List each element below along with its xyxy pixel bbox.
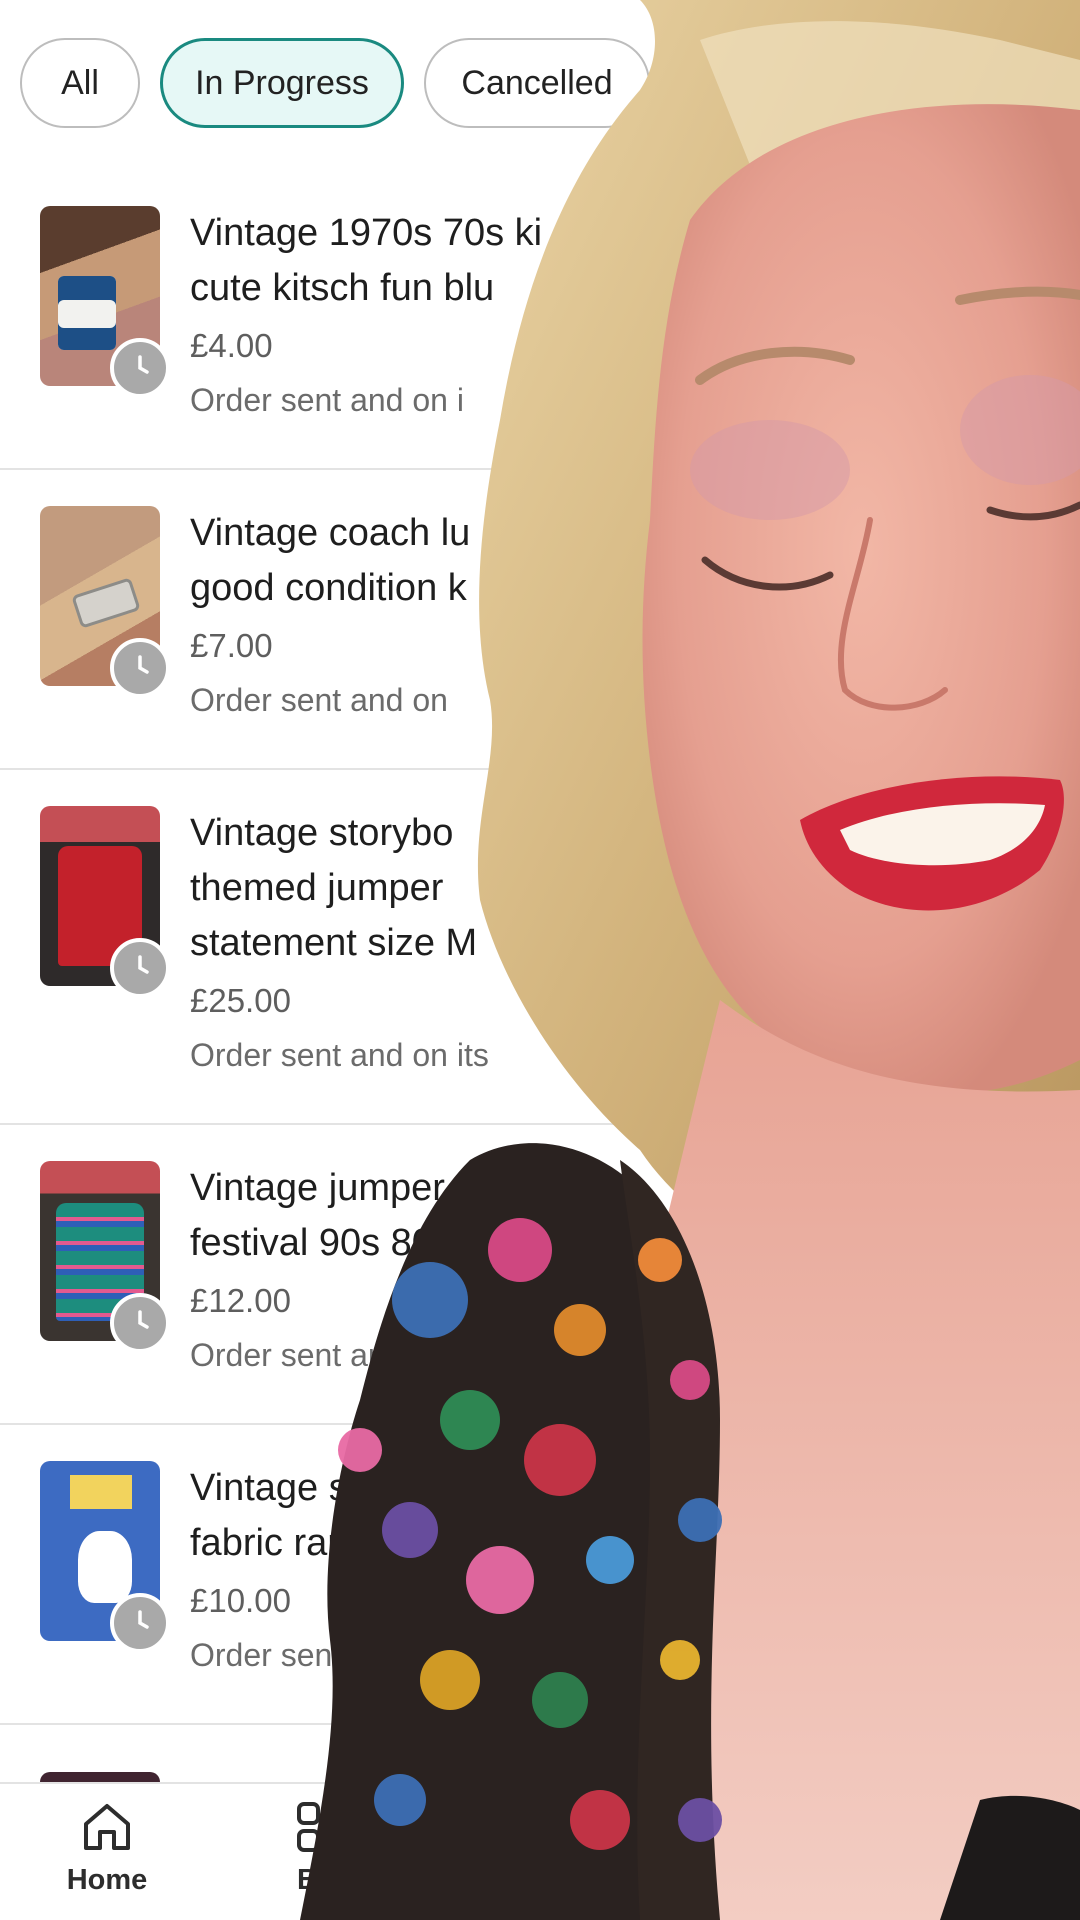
order-row[interactable]: Vintage coach lu good condition k £7.00 …	[0, 470, 1080, 770]
order-list: Vintage 1970s 70s ki cute kitsch fun blu…	[0, 170, 1080, 1725]
filter-chip-in-progress[interactable]: In Progress	[160, 38, 404, 128]
clock-icon	[110, 1293, 170, 1353]
order-status: Order sent	[190, 1637, 342, 1673]
order-status: Order sent and on i	[190, 382, 464, 418]
order-title: Vintage storybo themed jumper statement …	[190, 812, 478, 964]
home-icon	[84, 1804, 130, 1850]
order-row[interactable]: Vintage 1970s 70s ki cute kitsch fun blu…	[0, 170, 1080, 470]
order-row[interactable]: Vintage s fabric ran £10.00 Order sent	[0, 1425, 1080, 1725]
nav-home[interactable]: Home	[17, 1798, 197, 1918]
order-title: Vintage coach lu good condition k	[190, 512, 471, 609]
nav-browse-label: Bro	[297, 1864, 347, 1896]
order-row[interactable]: Vintage jumper s festival 90s 80 £12.00 …	[0, 1125, 1080, 1425]
next-order-thumbnail-peek	[40, 1772, 160, 1782]
order-price: £4.00	[190, 327, 273, 364]
clock-icon	[110, 1593, 170, 1653]
filter-chip-cancelled[interactable]: Cancelled	[424, 38, 650, 128]
order-price: £10.00	[190, 1582, 291, 1619]
order-status: Order sent and on	[190, 682, 448, 718]
order-price: £12.00	[190, 1282, 291, 1319]
order-row[interactable]: Vintage storybo themed jumper statement …	[0, 770, 1080, 1125]
bottom-navigation: Home Bro	[0, 1782, 1080, 1920]
filter-chip-all[interactable]: All	[20, 38, 140, 128]
order-title: Vintage s fabric ran	[190, 1467, 349, 1564]
order-status: Order sent and on its	[190, 1037, 489, 1073]
clock-icon	[110, 338, 170, 398]
order-price: £7.00	[190, 627, 273, 664]
snoopy-image	[78, 1531, 132, 1603]
nav-browse[interactable]: Bro	[232, 1798, 412, 1918]
nav-home-label: Home	[66, 1864, 148, 1896]
filter-chip-bar: All In Progress Cancelled	[0, 0, 1080, 170]
order-status: Order sent and	[190, 1337, 404, 1373]
sign-image	[70, 1475, 132, 1509]
grid-icon	[297, 1802, 347, 1852]
order-price: £25.00	[190, 982, 291, 1019]
order-title: Vintage 1970s 70s ki cute kitsch fun blu	[190, 212, 543, 309]
clock-icon	[110, 938, 170, 998]
luggage-tag-image	[71, 577, 141, 629]
clock-icon	[110, 638, 170, 698]
order-title: Vintage jumper s festival 90s 80	[190, 1167, 475, 1264]
mug-image	[58, 276, 116, 350]
